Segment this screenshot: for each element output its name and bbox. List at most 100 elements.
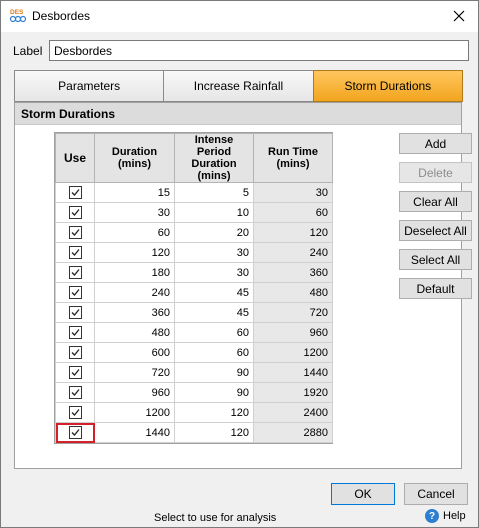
use-cell[interactable] [55,402,95,423]
run-time-cell[interactable]: 240 [253,242,333,263]
table-row[interactable]: 120 30 240 [55,242,333,263]
tab-parameters[interactable]: Parameters [14,70,165,102]
use-cell[interactable] [55,302,95,323]
duration-cell[interactable]: 1440 [94,422,175,443]
run-time-cell[interactable]: 30 [253,182,333,203]
run-time-cell[interactable]: 1440 [253,362,333,383]
use-cell[interactable] [55,222,95,243]
ok-button[interactable]: OK [331,483,395,505]
intense-period-cell[interactable]: 120 [174,422,254,443]
use-cell[interactable] [55,382,95,403]
intense-period-cell[interactable]: 30 [174,262,254,283]
cancel-button[interactable]: Cancel [404,483,468,505]
help-icon: ? [425,509,439,523]
use-checkbox[interactable] [68,186,82,199]
table-row[interactable]: 960 90 1920 [55,382,333,403]
table-row[interactable]: 180 30 360 [55,262,333,283]
intense-period-cell[interactable]: 10 [174,202,254,223]
use-cell[interactable] [55,342,95,363]
intense-period-cell[interactable]: 30 [174,242,254,263]
duration-cell[interactable]: 15 [94,182,175,203]
intense-period-cell[interactable]: 60 [174,342,254,363]
run-time-cell[interactable]: 480 [253,282,333,303]
table-row[interactable]: 720 90 1440 [55,362,333,383]
default-button[interactable]: Default [399,278,472,299]
use-checkbox[interactable] [68,326,82,339]
delete-button[interactable]: Delete [399,162,472,183]
duration-cell[interactable]: 960 [94,382,175,403]
table-row[interactable]: 15 5 30 [55,182,333,203]
table-row[interactable]: 60 20 120 [55,222,333,243]
tab-increase-rainfall[interactable]: Increase Rainfall [163,70,314,102]
column-header-use[interactable]: Use [55,133,95,183]
checkmark-icon [71,389,80,396]
intense-period-cell[interactable]: 90 [174,362,254,383]
use-cell[interactable] [55,282,95,303]
intense-period-cell[interactable]: 45 [174,302,254,323]
add-button[interactable]: Add [399,133,472,154]
run-time-cell[interactable]: 120 [253,222,333,243]
table-row[interactable]: 30 10 60 [55,202,333,223]
use-cell[interactable] [55,422,95,443]
use-checkbox[interactable] [68,426,82,439]
use-cell[interactable] [55,362,95,383]
duration-cell[interactable]: 30 [94,202,175,223]
run-time-cell[interactable]: 360 [253,262,333,283]
clear-all-button[interactable]: Clear All [399,191,472,212]
duration-cell[interactable]: 240 [94,282,175,303]
intense-period-cell[interactable]: 90 [174,382,254,403]
deselect-all-button[interactable]: Deselect All [399,220,472,241]
dialog-window: DES Desbordes Label Parameters Increase … [0,0,479,528]
table-row[interactable]: 1440 120 2880 [55,422,333,443]
duration-cell[interactable]: 360 [94,302,175,323]
use-cell[interactable] [55,322,95,343]
run-time-cell[interactable]: 1920 [253,382,333,403]
use-checkbox[interactable] [68,366,82,379]
table-row[interactable]: 480 60 960 [55,322,333,343]
intense-period-cell[interactable]: 60 [174,322,254,343]
use-checkbox[interactable] [68,386,82,399]
intense-period-cell[interactable]: 120 [174,402,254,423]
use-checkbox[interactable] [68,306,82,319]
help-link[interactable]: ? Help [425,509,466,523]
table-row[interactable]: 240 45 480 [55,282,333,303]
duration-cell[interactable]: 1200 [94,402,175,423]
use-checkbox[interactable] [68,406,82,419]
use-checkbox[interactable] [68,226,82,239]
intense-period-cell[interactable]: 5 [174,182,254,203]
duration-cell[interactable]: 60 [94,222,175,243]
duration-cell[interactable]: 600 [94,342,175,363]
run-time-cell[interactable]: 720 [253,302,333,323]
run-time-cell[interactable]: 2400 [253,402,333,423]
duration-cell[interactable]: 120 [94,242,175,263]
intense-period-cell[interactable]: 45 [174,282,254,303]
use-cell[interactable] [55,202,95,223]
column-header-intense-period[interactable]: Intense Period Duration (mins) [174,133,254,183]
select-all-button[interactable]: Select All [399,249,472,270]
use-cell[interactable] [55,242,95,263]
use-cell[interactable] [55,182,95,203]
run-time-cell[interactable]: 960 [253,322,333,343]
use-cell[interactable] [55,262,95,283]
duration-cell[interactable]: 180 [94,262,175,283]
label-input[interactable] [49,40,469,61]
use-checkbox[interactable] [68,266,82,279]
column-header-run-time[interactable]: Run Time (mins) [253,133,333,183]
use-checkbox[interactable] [68,206,82,219]
duration-cell[interactable]: 480 [94,322,175,343]
app-logo-icon: DES [9,9,27,23]
duration-cell[interactable]: 720 [94,362,175,383]
use-checkbox[interactable] [68,346,82,359]
use-checkbox[interactable] [68,246,82,259]
table-row[interactable]: 360 45 720 [55,302,333,323]
run-time-cell[interactable]: 60 [253,202,333,223]
column-header-duration[interactable]: Duration (mins) [94,133,175,183]
close-button[interactable] [448,6,470,26]
table-row[interactable]: 1200 120 2400 [55,402,333,423]
run-time-cell[interactable]: 2880 [253,422,333,443]
intense-period-cell[interactable]: 20 [174,222,254,243]
run-time-cell[interactable]: 1200 [253,342,333,363]
use-checkbox[interactable] [68,286,82,299]
table-row[interactable]: 600 60 1200 [55,342,333,363]
tab-storm-durations[interactable]: Storm Durations [312,70,463,102]
